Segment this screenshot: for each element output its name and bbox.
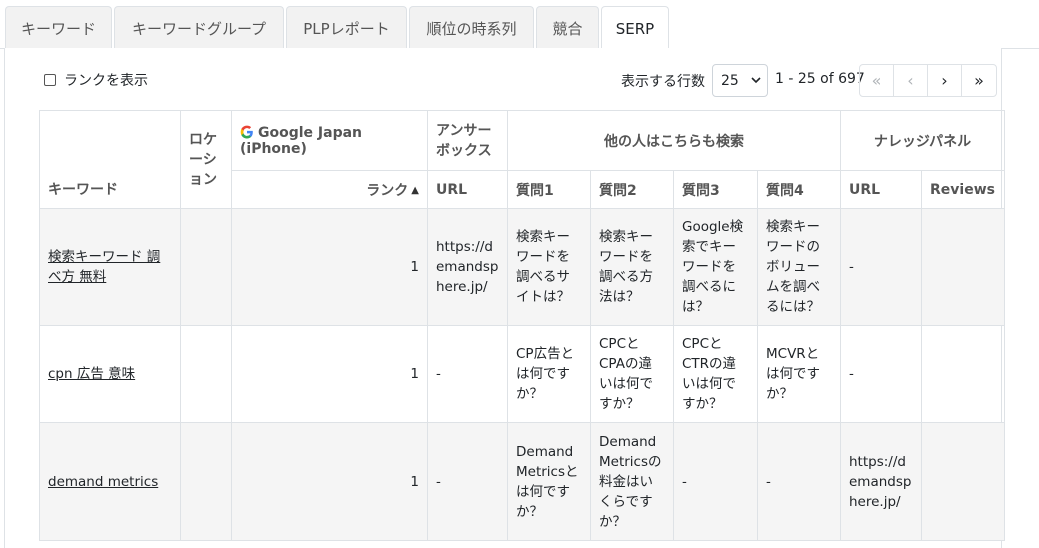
- question-2-cell: CPCとCPAの違いは何ですか？: [590, 325, 674, 423]
- header-kp-url[interactable]: URL: [840, 170, 922, 209]
- rows-per-page-label: 表示する行数: [621, 74, 705, 90]
- location-cell: [180, 325, 232, 423]
- location-cell: [180, 208, 232, 326]
- rank-cell: 1: [231, 208, 428, 326]
- header-answer-box: アンサーボックス: [427, 110, 508, 171]
- question-3-cell: CPCとCTRの違いは何ですか？: [673, 325, 758, 423]
- header-location[interactable]: ロケーション: [180, 110, 232, 209]
- show-rank-toggle[interactable]: ランクを表示: [44, 70, 148, 90]
- pagination-range: 1 - 25 of 697: [775, 71, 865, 87]
- rows-per-page-select[interactable]: 25: [712, 64, 768, 97]
- reviews-cell: [921, 208, 1005, 326]
- question-1-cell: Demand Metricsとは何ですか？: [507, 422, 591, 541]
- question-2-cell: Demand Metricsの料金はいくらですか？: [590, 422, 674, 541]
- kp-url-cell: -: [840, 325, 922, 423]
- header-question-1[interactable]: 質問1: [507, 170, 591, 209]
- pagination: « ‹ › »: [859, 64, 997, 97]
- answer-url-cell: https://demandsphere.jp/: [427, 208, 508, 326]
- reviews-cell: [921, 325, 1005, 423]
- table-row: 検索キーワード 調べ方 無料 1 https://demandsphere.jp…: [39, 208, 1005, 326]
- question-4-cell: 検索キーワードのボリュームを調べるには？: [757, 208, 841, 326]
- tab-serp[interactable]: SERP: [601, 6, 669, 50]
- tab-bar: キーワード キーワードグループ PLPレポート 順位の時系列 競合 SERP: [0, 0, 1039, 50]
- chevron-down-icon: [751, 77, 761, 84]
- keyword-cell: 検索キーワード 調べ方 無料: [39, 208, 181, 326]
- tab-rank-timeline[interactable]: 順位の時系列: [409, 6, 534, 49]
- question-1-cell: 検索キーワードを調べるサイトは？: [507, 208, 591, 326]
- google-icon: [240, 125, 253, 138]
- rows-per-page-value: 25: [721, 72, 739, 89]
- kp-url-cell: -: [840, 208, 922, 326]
- next-page-button[interactable]: ›: [928, 65, 962, 96]
- table-row: demand metrics 1 - Demand Metricsとは何ですか？…: [39, 422, 1005, 541]
- show-rank-label: ランクを表示: [64, 73, 148, 89]
- header-reviews[interactable]: Reviews: [921, 170, 1005, 209]
- header-question-4[interactable]: 質問4: [757, 170, 841, 209]
- kp-url-cell: https://demandsphere.jp/: [840, 422, 922, 541]
- keyword-link[interactable]: cpn 広告 意味: [48, 366, 135, 382]
- sort-asc-icon: ▲: [411, 184, 419, 196]
- engine-label: Google Japan (iPhone): [240, 124, 363, 157]
- first-page-button[interactable]: «: [860, 65, 894, 96]
- question-1-cell: CP広告とは何ですか？: [507, 325, 591, 423]
- location-cell: [180, 422, 232, 541]
- keyword-cell: demand metrics: [39, 422, 181, 541]
- keyword-cell: cpn 広告 意味: [39, 325, 181, 423]
- header-keyword[interactable]: キーワード: [39, 110, 181, 209]
- answer-url-cell: -: [427, 422, 508, 541]
- header-question-3[interactable]: 質問3: [673, 170, 758, 209]
- question-3-cell: -: [673, 422, 758, 541]
- header-people-also-ask: 他の人はこちらも検索: [507, 110, 841, 171]
- question-4-cell: -: [757, 422, 841, 541]
- header-answer-url[interactable]: URL: [427, 170, 508, 209]
- header-rank[interactable]: ランク ▲: [231, 170, 428, 209]
- tab-competitors[interactable]: 競合: [536, 6, 599, 49]
- header-rank-label: ランク: [366, 182, 409, 199]
- last-page-button[interactable]: »: [962, 65, 996, 96]
- rank-cell: 1: [231, 325, 428, 423]
- header-question-2[interactable]: 質問2: [590, 170, 674, 209]
- show-rank-checkbox[interactable]: [44, 74, 56, 86]
- tab-keyword-groups[interactable]: キーワードグループ: [114, 6, 284, 49]
- question-4-cell: MCVRとは何ですか？: [757, 325, 841, 423]
- tab-keywords[interactable]: キーワード: [5, 6, 112, 49]
- rank-cell: 1: [231, 422, 428, 541]
- header-knowledge-panel: ナレッジパネル: [840, 110, 1005, 171]
- prev-page-button[interactable]: ‹: [894, 65, 928, 96]
- keyword-link[interactable]: demand metrics: [48, 474, 158, 490]
- reviews-cell: [921, 422, 1005, 541]
- answer-url-cell: -: [427, 325, 508, 423]
- keyword-link[interactable]: 検索キーワード 調べ方 無料: [48, 249, 160, 285]
- tab-plp-report[interactable]: PLPレポート: [286, 6, 407, 49]
- table-row: cpn 広告 意味 1 - CP広告とは何ですか？ CPCとCPAの違いは何です…: [39, 325, 1005, 423]
- question-3-cell: Google検索でキーワードを調べるには？: [673, 208, 758, 326]
- question-2-cell: 検索キーワードを調べる方法は？: [590, 208, 674, 326]
- header-engine: Google Japan (iPhone): [231, 110, 428, 171]
- serp-table: キーワード ロケーション Google Japan (iPhone) アンサーボ…: [39, 110, 1005, 541]
